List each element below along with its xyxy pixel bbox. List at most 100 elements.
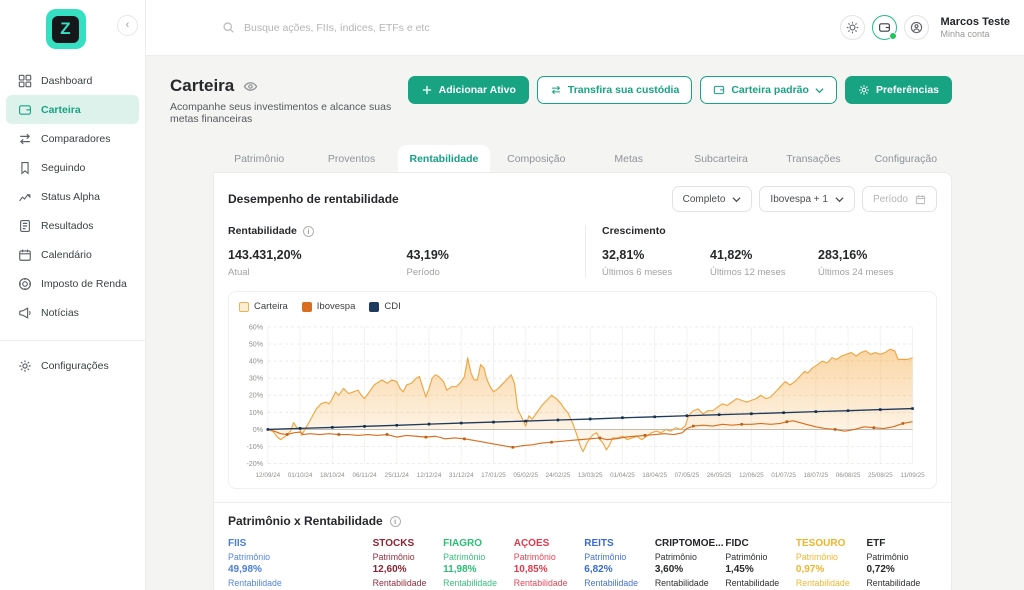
rentability-card: Desempenho de rentabilidade CompletoIbov… (213, 172, 952, 590)
sidebar-item-resultados[interactable]: Resultados (6, 211, 139, 240)
button-label: Preferências (876, 84, 939, 96)
adicionar-ativo-button[interactable]: Adicionar Ativo (408, 76, 529, 104)
stat-label: Últimos 12 meses (710, 267, 818, 278)
stats-group-rentabilidade: Rentabilidadei143.431,20%Atual43,19%Perí… (228, 225, 585, 278)
configuracoes-icon (18, 359, 32, 373)
patrimonio-label: Patrimônio (514, 552, 585, 562)
sidebar-item-comparadores[interactable]: Comparadores (6, 124, 139, 153)
tab-transacoes[interactable]: Transações (767, 145, 859, 172)
sidebar-item-imposto-de-renda[interactable]: Imposto de Renda (6, 269, 139, 298)
button-label: Transfira sua custódia (568, 84, 679, 96)
allocation-card-etf[interactable]: ETFPatrimônio0,72%Rentabilidade66,74% (866, 538, 937, 590)
search-icon (222, 21, 235, 34)
sidebar-item-label: Configurações (41, 360, 109, 372)
patrimonio-label: Patrimônio (725, 552, 796, 562)
stat: 32,81%Últimos 6 meses (602, 248, 710, 278)
allocation-name: CRIPTOMOE... (655, 538, 726, 549)
allocation-card-fidc[interactable]: FIDCPatrimônio1,45%Rentabilidade2,19% (725, 538, 796, 590)
svg-text:20%: 20% (249, 392, 264, 400)
legend-item-ibovespa[interactable]: Ibovespa (302, 301, 356, 312)
user-name: Marcos Teste (941, 16, 1011, 28)
allocation-name: ETF (866, 538, 937, 549)
stat: 41,82%Últimos 12 meses (710, 248, 818, 278)
allocation-name: TESOURO (796, 538, 867, 549)
sidebar-item-noticias[interactable]: Notícias (6, 298, 139, 327)
page-actions: Adicionar Ativo Transfira sua custódia Car… (408, 76, 952, 104)
transfer-icon (550, 84, 562, 96)
stat: 43,19%Período (407, 248, 586, 278)
tab-metas[interactable]: Metas (583, 145, 675, 172)
tab-rentabilidade[interactable]: Rentabilidade (398, 145, 490, 172)
legend-item-cdi[interactable]: CDI (369, 301, 400, 312)
carteira-padrao-button[interactable]: Carteira padrão (700, 76, 837, 104)
stats-group-title: Rentabilidadei (228, 225, 585, 237)
svg-text:12/09/24: 12/09/24 (256, 472, 281, 479)
allocation-card-fiis[interactable]: FIISPatrimônio49,98%Rentabilidade165,85% (228, 538, 373, 590)
sidebar-item-calendario[interactable]: Calendário (6, 240, 139, 269)
sidebar-item-seguindo[interactable]: Seguindo (6, 153, 139, 182)
portfolio-quick-button[interactable] (872, 15, 897, 40)
sidebar-collapse-button[interactable]: ‹ (117, 15, 138, 36)
allocation-card-stocks[interactable]: STOCKSPatrimônio12,60%Rentabilidade159.2… (373, 538, 444, 590)
chart-canvas: 60%50%40%30%20%10%0%-10%-20%12/09/2401/1… (239, 318, 926, 486)
noticias-icon (18, 306, 32, 320)
allocation-card-fiagro[interactable]: FIAGROPatrimônio11,98%Rentabilidade9,41% (443, 538, 514, 590)
svg-text:07/05/25: 07/05/25 (675, 472, 700, 479)
allocation-name: FIAGRO (443, 538, 514, 549)
legend-item-carteira[interactable]: Carteira (239, 301, 288, 312)
seguindo-icon (18, 161, 32, 175)
sidebar-item-carteira[interactable]: Carteira (6, 95, 139, 124)
legend-swatch (369, 302, 379, 312)
account-button[interactable] (904, 15, 929, 40)
carteira-icon (18, 103, 32, 117)
filter-completo[interactable]: Completo (672, 186, 753, 212)
svg-text:18/04/25: 18/04/25 (642, 472, 667, 479)
tab-proventos[interactable]: Proventos (305, 145, 397, 172)
patrimonio-label: Patrimônio (584, 552, 655, 562)
sidebar-item-label: Resultados (41, 220, 94, 232)
theme-toggle-button[interactable] (840, 15, 865, 40)
wallet-icon (878, 21, 891, 34)
sidebar-item-label: Carteira (41, 104, 81, 116)
svg-text:50%: 50% (249, 340, 264, 348)
sidebar-item-status-alpha[interactable]: Status Alpha (6, 182, 139, 211)
rentabilidade-label: Rentabilidade (514, 578, 585, 588)
sidebar-nav: Dashboard Carteira ComparadoresSeguindoSta… (0, 66, 145, 327)
sidebar-item-dashboard[interactable]: Dashboard (6, 66, 139, 95)
patrimonio-label: Patrimônio (655, 552, 726, 562)
preferencias-button[interactable]: Preferências (845, 76, 952, 104)
notification-dot (889, 32, 897, 40)
stat-label: Atual (228, 267, 407, 278)
comparadores-icon (18, 132, 32, 146)
eye-icon[interactable] (243, 79, 258, 94)
legend-swatch (302, 302, 312, 312)
tab-patrimonio[interactable]: Patrimônio (213, 145, 305, 172)
filter-periodo[interactable]: Período (862, 186, 937, 212)
svg-text:25/11/24: 25/11/24 (385, 472, 410, 479)
patrimonio-label: Patrimônio (228, 552, 373, 562)
tab-composicao[interactable]: Composição (490, 145, 582, 172)
patrimonio-value: 1,45% (725, 564, 796, 575)
legend-label: Carteira (254, 301, 288, 312)
sidebar-item-label: Dashboard (41, 75, 92, 87)
allocation-card-reits[interactable]: REITSPatrimônio6,82%Rentabilidade-69,08% (584, 538, 655, 590)
rentabilidade-label: Rentabilidade (373, 578, 444, 588)
calendar-icon (915, 194, 926, 205)
transfira-custodia-button[interactable]: Transfira sua custódia (537, 76, 692, 104)
svg-text:26/05/25: 26/05/25 (707, 472, 732, 479)
allocation-card-aes[interactable]: AÇÕESPatrimônio10,85%Rentabilidade-94,65… (514, 538, 585, 590)
tab-configuracao[interactable]: Configuração (860, 145, 952, 172)
allocation-card-criptomoe[interactable]: CRIPTOMOE...Patrimônio3,60%Rentabilidade… (655, 538, 726, 590)
user-menu[interactable]: Marcos Teste Minha conta (941, 16, 1011, 39)
tab-subcarteira[interactable]: Subcarteira (675, 145, 767, 172)
info-icon[interactable]: i (303, 226, 314, 237)
allocation-card-tesouro[interactable]: TESOUROPatrimônio0,97%Rentabilidade8,39% (796, 538, 867, 590)
sidebar-item-configuracoes[interactable]: Configurações (6, 351, 139, 380)
filter-benchmark[interactable]: Ibovespa + 1 (759, 186, 855, 212)
search-input[interactable] (244, 22, 544, 34)
patrimonio-value: 0,97% (796, 564, 867, 575)
svg-text:11/09/25: 11/09/25 (900, 472, 925, 479)
patrimonio-value: 11,98% (443, 564, 514, 575)
info-icon[interactable]: i (390, 516, 401, 527)
sidebar-item-label: Notícias (41, 307, 79, 319)
